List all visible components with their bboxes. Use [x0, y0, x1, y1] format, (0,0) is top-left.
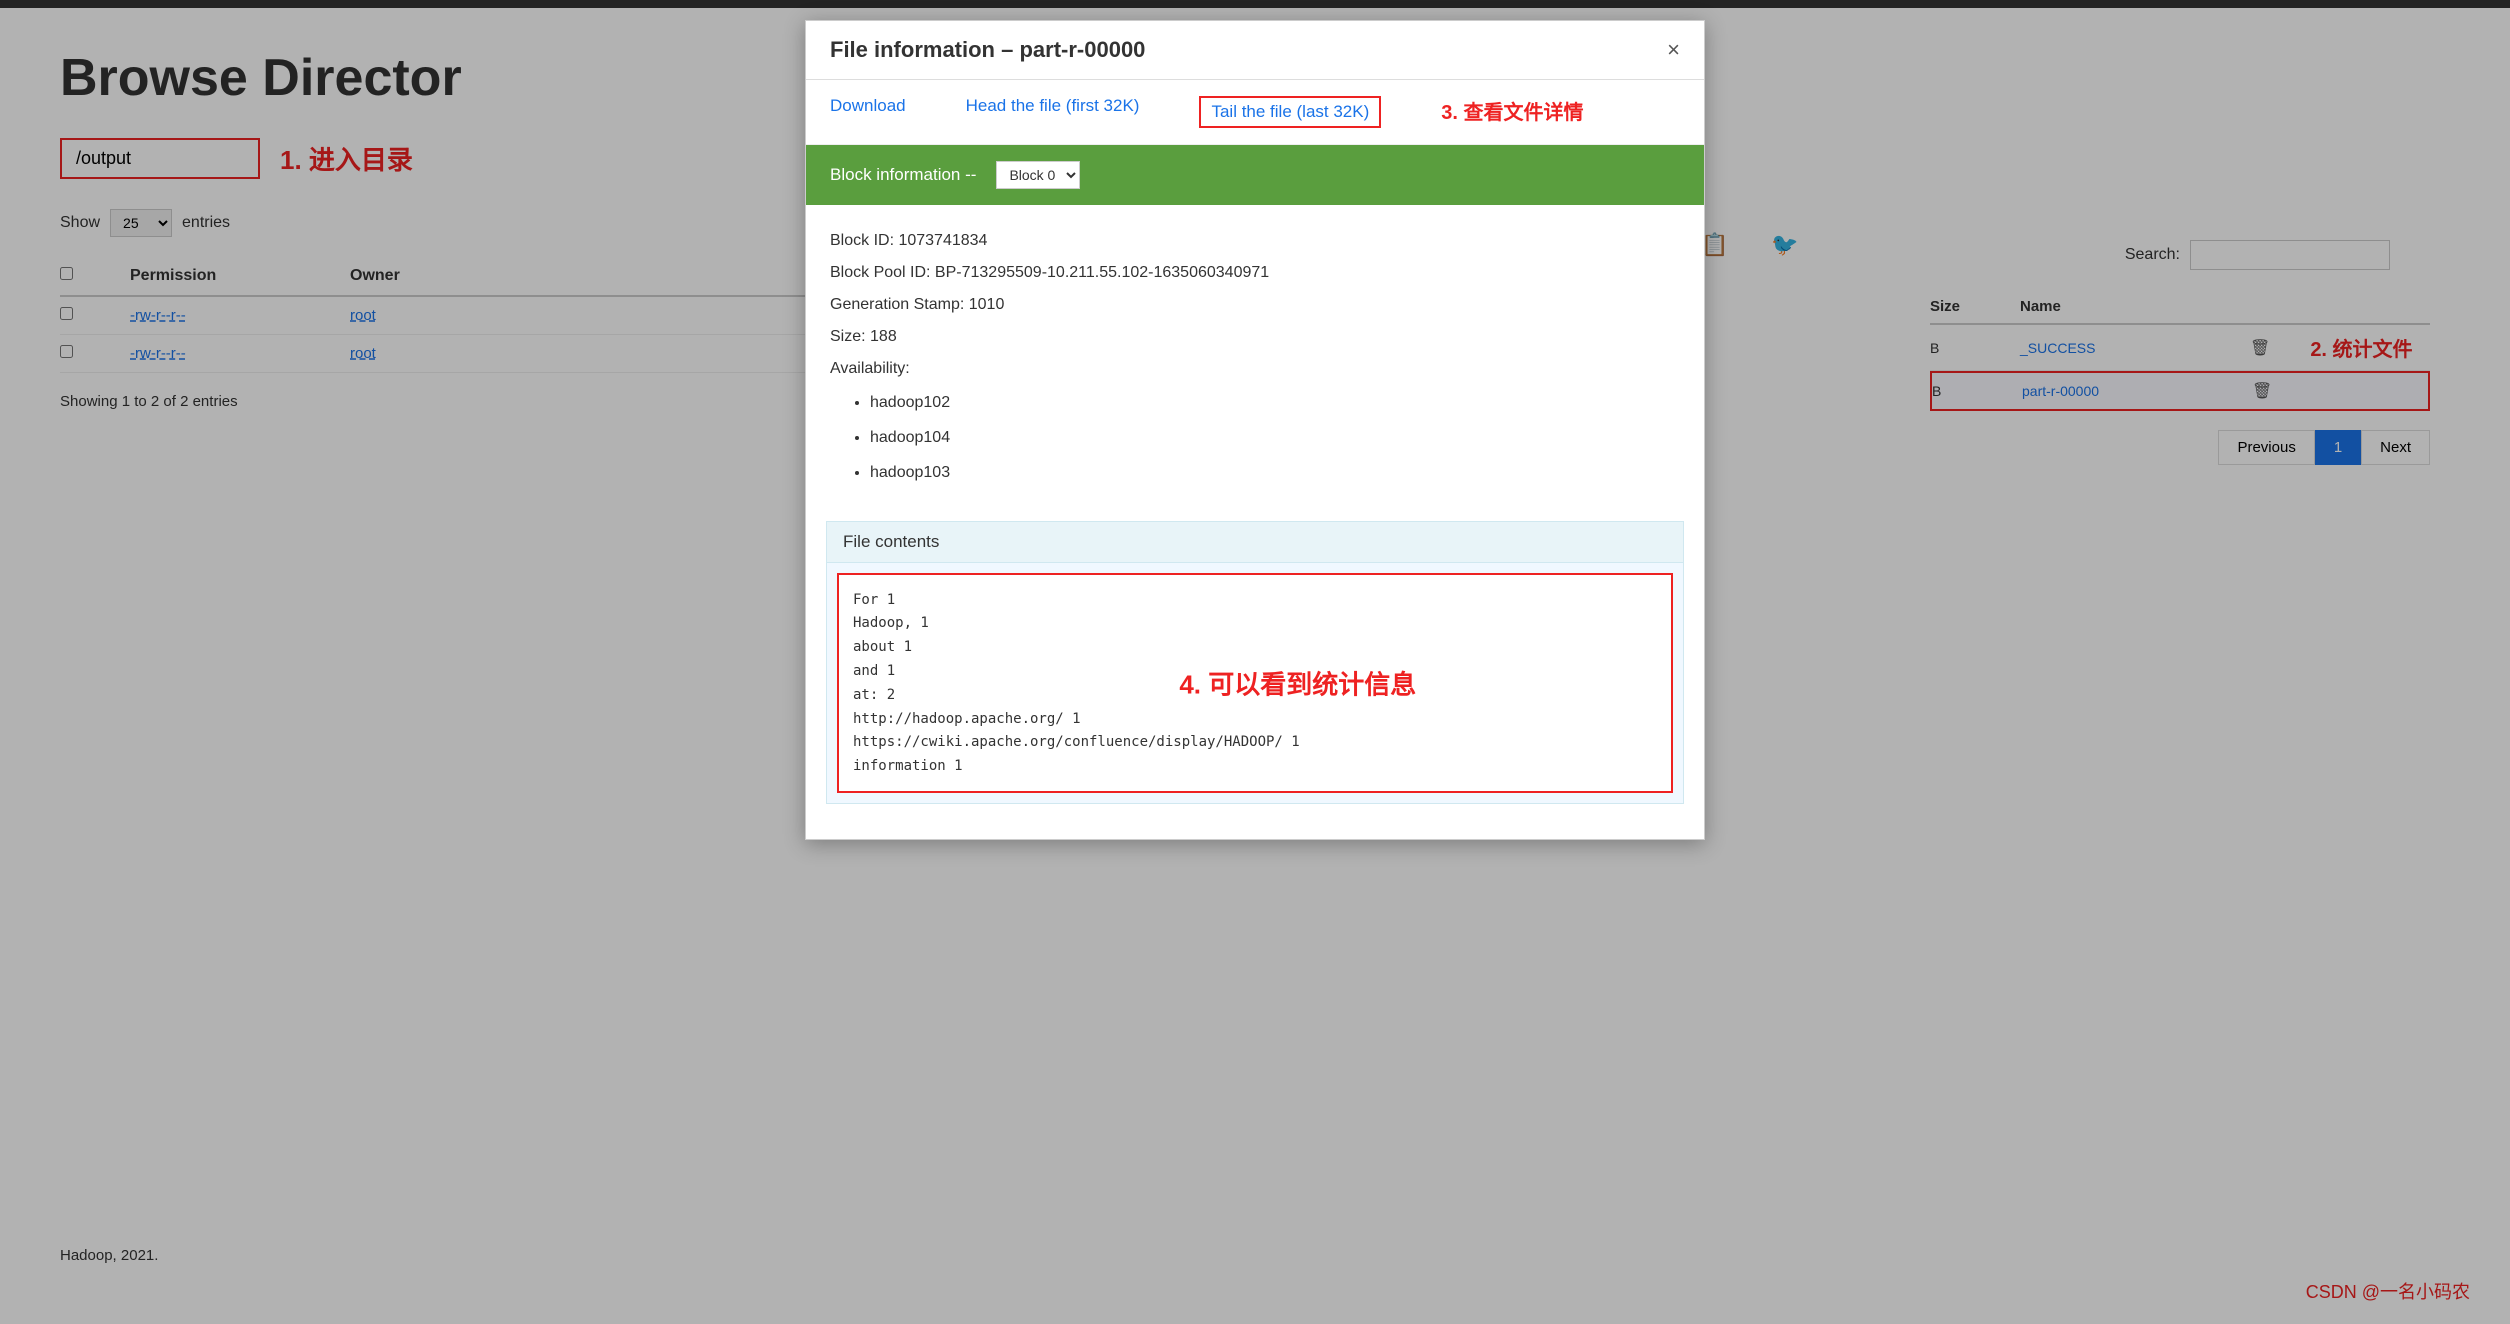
node-3: hadoop103	[870, 455, 1680, 490]
modal: File information – part-r-00000 × Downlo…	[805, 20, 1705, 840]
block-info-label: Block information --	[830, 165, 976, 185]
file-line-4: and 1	[853, 660, 1657, 684]
modal-close-button[interactable]: ×	[1667, 37, 1680, 63]
pool-id: Block Pool ID: BP-713295509-10.211.55.10…	[830, 257, 1680, 289]
availability-list: hadoop102 hadoop104 hadoop103	[830, 385, 1680, 491]
availability-label: Availability:	[830, 353, 1680, 385]
head-file-link[interactable]: Head the file (first 32K)	[966, 96, 1140, 128]
annotation-3: 3. 查看文件详情	[1441, 96, 1583, 128]
download-link[interactable]: Download	[830, 96, 906, 128]
file-line-3: about 1	[853, 636, 1657, 660]
file-line-1: For 1	[853, 589, 1657, 613]
background-page: Browse Director 1. 进入目录 Show 25 50 100 e…	[0, 0, 2510, 1324]
file-line-7: https://cwiki.apache.org/confluence/disp…	[853, 731, 1657, 755]
file-line-5: at: 2	[853, 684, 1657, 708]
file-contents-title: File contents	[827, 522, 1683, 563]
file-contents-box[interactable]: For 1 Hadoop, 1 about 1 and 1 at: 2 http…	[837, 573, 1673, 793]
generation-stamp: Generation Stamp: 1010	[830, 289, 1680, 321]
file-line-2: Hadoop, 1	[853, 612, 1657, 636]
block-size: Size: 188	[830, 321, 1680, 353]
modal-title: File information – part-r-00000	[830, 37, 1145, 63]
file-contents-section: File contents For 1 Hadoop, 1 about 1 an…	[826, 521, 1684, 804]
file-line-8: information 1	[853, 755, 1657, 779]
tail-file-link[interactable]: Tail the file (last 32K)	[1199, 96, 1381, 128]
block-info-header: Block information -- Block 0	[806, 145, 1704, 205]
block-details: Block ID: 1073741834 Block Pool ID: BP-7…	[806, 205, 1704, 511]
file-line-6: http://hadoop.apache.org/ 1	[853, 708, 1657, 732]
modal-links-row: Download Head the file (first 32K) Tail …	[806, 80, 1704, 145]
block-id: Block ID: 1073741834	[830, 225, 1680, 257]
node-2: hadoop104	[870, 420, 1680, 455]
modal-title-bar: File information – part-r-00000 ×	[806, 21, 1704, 80]
block-select[interactable]: Block 0	[996, 161, 1080, 189]
modal-overlay: File information – part-r-00000 × Downlo…	[0, 0, 2510, 1324]
node-1: hadoop102	[870, 385, 1680, 420]
